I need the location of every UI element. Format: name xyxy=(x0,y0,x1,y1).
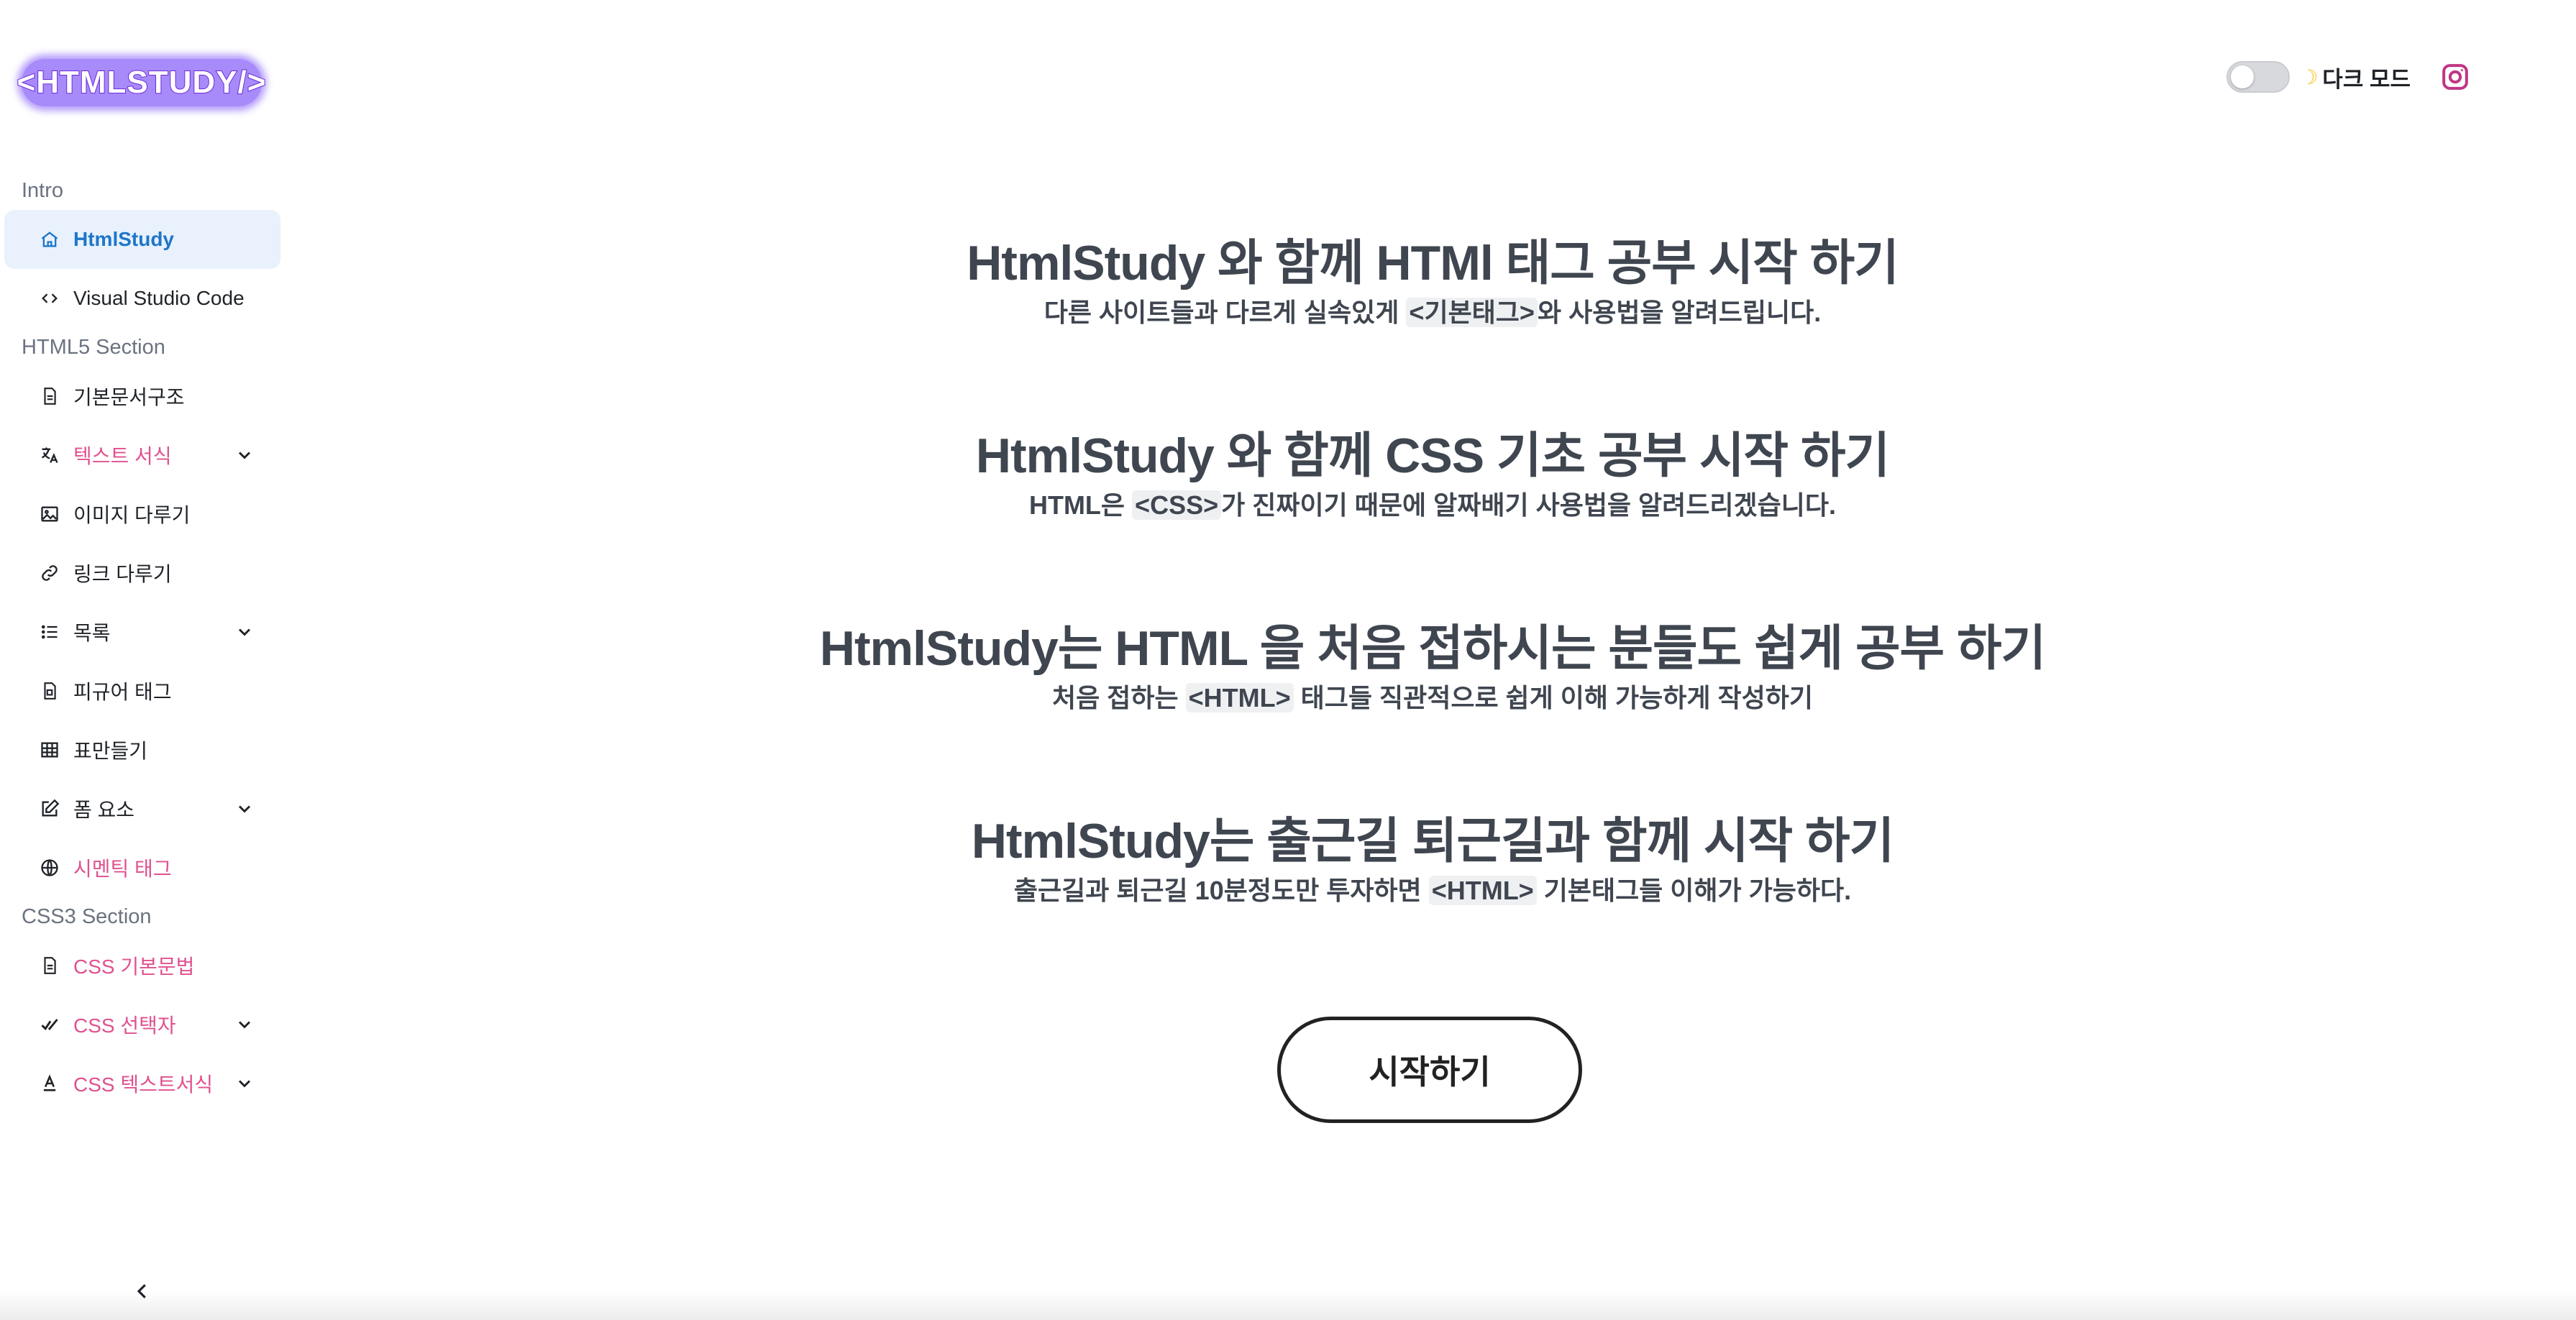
block-title: HtmlStudy 와 함께 HTMl 태그 공부 시작 하기 xyxy=(967,236,1899,290)
section-title-css3: CSS3 Section xyxy=(22,905,152,928)
header-actions: ☽ 다크 모드 xyxy=(2226,59,2471,95)
sidebar-item-label: 기본문서구조 xyxy=(73,386,185,408)
description-text: 가 진짜이기 때문에 알짜배기 사용법을 알려드리겠습니다. xyxy=(1221,490,1837,520)
sidebar: Intro HtmlStudy Visual Studio Code HTML5… xyxy=(0,171,289,1113)
start-button[interactable]: 시작하기 xyxy=(1277,1017,1582,1123)
description-text: 출근길과 퇴근길 10분정도만 투자하면 xyxy=(1013,876,1429,905)
sidebar-item-form-elements[interactable]: 폼 요소 xyxy=(4,779,280,838)
table-icon xyxy=(39,739,60,761)
section-title-intro: Intro xyxy=(22,179,64,202)
translate-icon xyxy=(39,444,60,466)
edit-icon xyxy=(39,798,60,820)
sidebar-item-css-text-format[interactable]: CSS 텍스트서식 xyxy=(4,1054,280,1113)
home-icon xyxy=(39,229,60,250)
description-text: 태그들 직관적으로 쉽게 이해 가능하게 작성하기 xyxy=(1293,683,1814,712)
sidebar-item-tables[interactable]: 표만들기 xyxy=(4,720,280,779)
sidebar-item-htmlstudy[interactable]: HtmlStudy xyxy=(4,210,280,269)
description-text: HTML은 xyxy=(1028,490,1133,520)
block-description: 다른 사이트들과 다르게 실속있게 <기본태그> 와 사용법을 알려드립니다. xyxy=(289,296,2576,329)
sidebar-item-links[interactable]: 링크 다루기 xyxy=(4,544,280,602)
sidebar-item-label: CSS 선택자 xyxy=(73,1014,176,1037)
sidebar-item-label: 이미지 다루기 xyxy=(73,504,191,526)
moon-icon: ☽ xyxy=(2300,65,2319,88)
sidebar-item-figure[interactable]: 피규어 태그 xyxy=(4,661,280,720)
description-text: 다른 사이트들과 다르게 실속있게 xyxy=(1043,298,1407,327)
sidebar-item-label: HtmlStudy xyxy=(73,228,174,250)
sidebar-item-images[interactable]: 이미지 다루기 xyxy=(4,485,280,544)
intro-block-beginners: HtmlStudy는 HTML 을 처음 접하시는 분들도 쉽게 공부 하기 처… xyxy=(289,620,2576,715)
link-icon xyxy=(39,562,60,584)
block-description: HTML은 <CSS> 가 진짜이기 때문에 알짜배기 사용법을 알려드리겠습니다… xyxy=(289,489,2576,522)
block-title: HtmlStudy 와 함께 CSS 기초 공부 시작 하기 xyxy=(975,428,1890,483)
block-title: HtmlStudy는 HTML 을 처음 접하시는 분들도 쉽게 공부 하기 xyxy=(819,621,2046,676)
description-text: 와 사용법을 알려드립니다. xyxy=(1537,298,1822,327)
sidebar-item-css-basics[interactable]: CSS 기본문법 xyxy=(4,936,280,995)
sidebar-item-label: 링크 다루기 xyxy=(73,563,172,585)
sidebar-item-basic-structure[interactable]: 기본문서구조 xyxy=(4,367,280,426)
sidebar-item-label: 텍스트 서식 xyxy=(73,445,172,467)
image-icon xyxy=(39,503,60,525)
sidebar-item-label: 피규어 태그 xyxy=(73,681,172,703)
dark-mode-label: 다크 모드 xyxy=(2322,66,2411,92)
sidebar-item-label: CSS 기본문법 xyxy=(73,955,195,978)
document-icon xyxy=(39,955,60,976)
description-text: 처음 접하는 xyxy=(1051,683,1186,712)
site-logo[interactable]: <HTMLSTUDY/> xyxy=(17,59,266,106)
globe-icon xyxy=(39,857,60,879)
code-icon xyxy=(39,288,60,309)
figure-icon xyxy=(39,680,60,702)
chevron-down-icon[interactable] xyxy=(234,1073,255,1094)
sidebar-item-label: 표만들기 xyxy=(73,740,148,762)
sidebar-item-label: 시멘틱 태그 xyxy=(73,858,172,880)
chevron-down-icon[interactable] xyxy=(234,445,255,465)
sidebar-item-text-format[interactable]: 텍스트 서식 xyxy=(4,426,280,485)
chevron-down-icon[interactable] xyxy=(234,1014,255,1035)
section-title-html5: HTML5 Section xyxy=(22,336,165,359)
sidebar-item-semantic-tags[interactable]: 시멘틱 태그 xyxy=(4,838,280,897)
code-tag: <CSS> xyxy=(1132,490,1222,520)
code-tag: <HTML> xyxy=(1428,876,1537,905)
intro-block-commute: HtmlStudy는 출근길 퇴근길과 함께 시작 하기 출근길과 퇴근길 10… xyxy=(289,812,2576,907)
chevron-down-icon[interactable] xyxy=(234,799,255,819)
block-description: 출근길과 퇴근길 10분정도만 투자하면 <HTML> 기본태그들 이해가 가능… xyxy=(289,874,2576,907)
instagram-icon[interactable] xyxy=(2439,61,2471,93)
sidebar-item-css-selectors[interactable]: CSS 선택자 xyxy=(4,995,280,1054)
intro-block-html: HtmlStudy 와 함께 HTMl 태그 공부 시작 하기 다른 사이트들과… xyxy=(289,234,2576,329)
sidebar-item-label: CSS 텍스트서식 xyxy=(73,1073,214,1096)
description-text: 기본태그들 이해가 가능하다. xyxy=(1536,876,1852,905)
chevron-down-icon[interactable] xyxy=(234,622,255,642)
sidebar-item-lists[interactable]: 목록 xyxy=(4,602,280,661)
bottom-edge xyxy=(0,1291,2576,1320)
sidebar-item-label: Visual Studio Code xyxy=(73,287,245,309)
code-tag: <HTML> xyxy=(1185,683,1294,712)
code-tag: <기본태그> xyxy=(1406,298,1538,327)
document-icon xyxy=(39,385,60,407)
list-icon xyxy=(39,621,60,643)
block-title: HtmlStudy는 출근길 퇴근길과 함께 시작 하기 xyxy=(971,814,1894,868)
sidebar-item-label: 목록 xyxy=(73,622,111,644)
intro-block-css: HtmlStudy 와 함께 CSS 기초 공부 시작 하기 HTML은 <CS… xyxy=(289,427,2576,522)
sidebar-item-label: 폼 요소 xyxy=(73,799,135,821)
sidebar-item-vscode[interactable]: Visual Studio Code xyxy=(4,269,280,328)
check-icon xyxy=(39,1014,60,1035)
text-format-icon xyxy=(39,1073,60,1094)
block-description: 처음 접하는 <HTML> 태그들 직관적으로 쉽게 이해 가능하게 작성하기 xyxy=(289,682,2576,715)
toggle-knob xyxy=(2231,65,2255,88)
dark-mode-toggle[interactable] xyxy=(2226,61,2290,93)
